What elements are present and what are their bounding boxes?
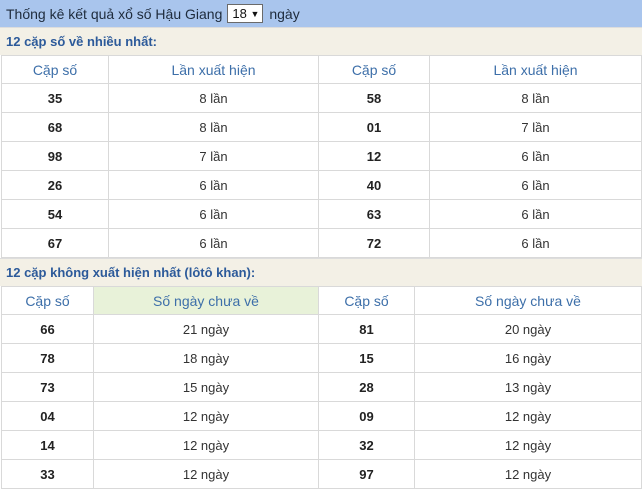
- col-header-days: Số ngày chưa về: [414, 286, 642, 315]
- count-cell: 6 lần: [429, 199, 642, 229]
- section-most-frequent-title: 12 cặp số về nhiều nhất:: [0, 27, 642, 55]
- col-header-days[interactable]: Số ngày chưa về: [93, 286, 319, 315]
- table-header-row: Cặp số Số ngày chưa về Cặp số Số ngày ch…: [1, 286, 642, 315]
- table-row: 98 7 lần 12 6 lần: [1, 141, 642, 171]
- section-absent-title: 12 cặp không xuất hiện nhất (lôtô khan):: [0, 258, 642, 286]
- table-row: 68 8 lần 01 7 lần: [1, 112, 642, 142]
- days-cell: 12 ngày: [414, 459, 642, 489]
- count-cell: 7 lần: [108, 141, 319, 171]
- pair-cell: 73: [1, 372, 94, 402]
- page-title: Thống kê kết quả xổ số Hậu Giang: [6, 5, 223, 22]
- days-cell: 20 ngày: [414, 314, 642, 344]
- days-cell: 12 ngày: [93, 430, 319, 460]
- table-row: 04 12 ngày 09 12 ngày: [1, 401, 642, 431]
- pair-cell: 72: [318, 228, 430, 258]
- count-cell: 8 lần: [429, 83, 642, 113]
- table-row: 78 18 ngày 15 16 ngày: [1, 343, 642, 373]
- pair-cell: 14: [1, 430, 94, 460]
- absent-table: Cặp số Số ngày chưa về Cặp số Số ngày ch…: [1, 286, 642, 489]
- pair-cell: 58: [318, 83, 430, 113]
- page: Thống kê kết quả xổ số Hậu Giang 18 ▼ ng…: [0, 0, 642, 492]
- days-cell: 12 ngày: [414, 401, 642, 431]
- pair-cell: 01: [318, 112, 430, 142]
- pair-cell: 33: [1, 459, 94, 489]
- days-cell: 21 ngày: [93, 314, 319, 344]
- pair-cell: 09: [318, 401, 415, 431]
- count-cell: 8 lần: [108, 112, 319, 142]
- days-cell: 12 ngày: [93, 459, 319, 489]
- pair-cell: 35: [1, 83, 109, 113]
- pair-cell: 68: [1, 112, 109, 142]
- days-cell: 13 ngày: [414, 372, 642, 402]
- pair-cell: 15: [318, 343, 415, 373]
- table-row: 66 21 ngày 81 20 ngày: [1, 314, 642, 344]
- count-cell: 6 lần: [108, 199, 319, 229]
- days-cell: 12 ngày: [93, 401, 319, 431]
- days-select[interactable]: 18 ▼: [227, 4, 264, 23]
- days-cell: 18 ngày: [93, 343, 319, 373]
- pair-cell: 04: [1, 401, 94, 431]
- col-header-pair: Cặp số: [318, 286, 415, 315]
- pair-cell: 78: [1, 343, 94, 373]
- pair-cell: 67: [1, 228, 109, 258]
- table-row: 73 15 ngày 28 13 ngày: [1, 372, 642, 402]
- pair-cell: 66: [1, 314, 94, 344]
- days-select-value: 18: [232, 6, 247, 21]
- pair-cell: 32: [318, 430, 415, 460]
- pair-cell: 97: [318, 459, 415, 489]
- pair-cell: 63: [318, 199, 430, 229]
- pair-cell: 26: [1, 170, 109, 200]
- days-cell: 16 ngày: [414, 343, 642, 373]
- pair-cell: 98: [1, 141, 109, 171]
- count-cell: 8 lần: [108, 83, 319, 113]
- col-header-pair: Cặp số: [318, 55, 430, 84]
- dropdown-arrow-icon: ▼: [250, 8, 260, 19]
- count-cell: 6 lần: [429, 141, 642, 171]
- table-row: 54 6 lần 63 6 lần: [1, 199, 642, 229]
- col-header-count: Lần xuất hiện: [429, 55, 642, 84]
- col-header-pair: Cặp số: [1, 55, 109, 84]
- pair-cell: 40: [318, 170, 430, 200]
- count-cell: 7 lần: [429, 112, 642, 142]
- count-cell: 6 lần: [108, 170, 319, 200]
- count-cell: 6 lần: [108, 228, 319, 258]
- most-frequent-table: Cặp số Lần xuất hiện Cặp số Lần xuất hiệ…: [1, 55, 642, 258]
- table-header-row: Cặp số Lần xuất hiện Cặp số Lần xuất hiệ…: [1, 55, 642, 84]
- days-cell: 15 ngày: [93, 372, 319, 402]
- table-row: 26 6 lần 40 6 lần: [1, 170, 642, 200]
- days-suffix: ngày: [269, 5, 300, 22]
- table-row: 35 8 lần 58 8 lần: [1, 83, 642, 113]
- pair-cell: 54: [1, 199, 109, 229]
- pair-cell: 81: [318, 314, 415, 344]
- pair-cell: 28: [318, 372, 415, 402]
- table-row: 33 12 ngày 97 12 ngày: [1, 459, 642, 489]
- pair-cell: 12: [318, 141, 430, 171]
- days-cell: 12 ngày: [414, 430, 642, 460]
- table-row: 67 6 lần 72 6 lần: [1, 228, 642, 258]
- col-header-count: Lần xuất hiện: [108, 55, 319, 84]
- count-cell: 6 lần: [429, 228, 642, 258]
- header-bar: Thống kê kết quả xổ số Hậu Giang 18 ▼ ng…: [0, 0, 642, 27]
- col-header-pair: Cặp số: [1, 286, 94, 315]
- count-cell: 6 lần: [429, 170, 642, 200]
- table-row: 14 12 ngày 32 12 ngày: [1, 430, 642, 460]
